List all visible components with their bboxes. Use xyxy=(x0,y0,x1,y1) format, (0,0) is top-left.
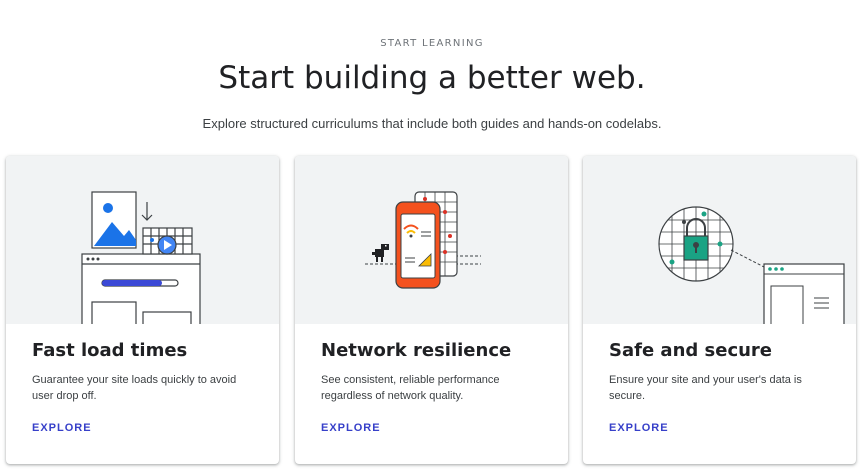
card-description: See consistent, reliable performance reg… xyxy=(321,374,500,402)
offline-phone-dino-illustration xyxy=(295,156,568,324)
explore-link-safe-and-secure[interactable]: EXPLORE xyxy=(609,422,669,434)
padlock-globe-illustration xyxy=(583,156,856,324)
page-load-illustration xyxy=(6,156,279,324)
card-title: Fast load times xyxy=(32,340,188,361)
card-description: Guarantee your site loads quickly to avo… xyxy=(32,374,237,402)
explore-link-network-resilience[interactable]: EXPLORE xyxy=(321,422,381,434)
card-title: Safe and secure xyxy=(609,340,773,361)
section-title: Start building a better web. xyxy=(218,60,646,96)
explore-link-fast-load-times[interactable]: EXPLORE xyxy=(32,422,92,434)
section-eyebrow: START LEARNING xyxy=(380,38,484,49)
card-title: Network resilience xyxy=(321,340,512,361)
card-description: Ensure your site and your user's data is… xyxy=(609,374,802,402)
section-subtitle: Explore structured curriculums that incl… xyxy=(202,116,662,131)
card-network-resilience: Network resilience See consistent, relia… xyxy=(295,156,568,464)
card-fast-load-times: Fast load times Guarantee your site load… xyxy=(6,156,279,464)
card-safe-and-secure: Safe and secure Ensure your site and you… xyxy=(583,156,856,464)
